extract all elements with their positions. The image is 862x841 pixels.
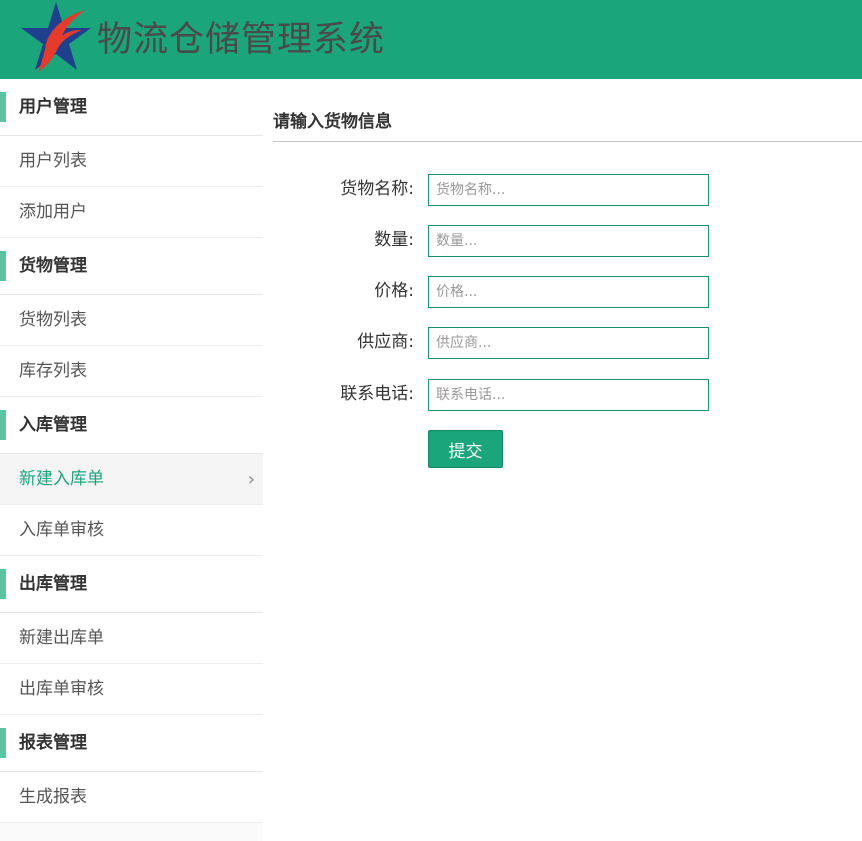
form-divider (273, 141, 862, 142)
sidebar-item-label: 新建入库单 (19, 469, 104, 489)
star-flame-logo-icon (21, 2, 91, 72)
app-header: 物流仓储管理系统 (0, 0, 862, 79)
sidebar-item-inbound-review[interactable]: 入库单审核 (0, 505, 263, 556)
form-row-supplier: 供应商: (273, 327, 862, 359)
phone-input[interactable] (428, 379, 709, 411)
supplier-input[interactable] (428, 327, 709, 359)
sidebar-item-goods-list[interactable]: 货物列表 (0, 295, 263, 346)
sidebar-group-report-management[interactable]: 报表管理 (0, 715, 263, 772)
form-row-goods-name: 货物名称: (273, 174, 862, 206)
form-row-phone: 联系电话: (273, 379, 862, 411)
form-title: 请输入货物信息 (273, 112, 392, 132)
price-input[interactable] (428, 276, 709, 308)
sidebar-item-add-user[interactable]: 添加用户 (0, 187, 263, 238)
sidebar-item-generate-report[interactable]: 生成报表 (0, 772, 263, 823)
phone-label: 联系电话: (340, 384, 414, 404)
submit-button[interactable]: 提交 (428, 430, 503, 468)
supplier-label: 供应商: (357, 332, 414, 352)
form-row-quantity: 数量: (273, 225, 862, 257)
quantity-input[interactable] (428, 225, 709, 257)
sidebar-group-goods-management[interactable]: 货物管理 (0, 238, 263, 295)
sidebar-item-user-list[interactable]: 用户列表 (0, 136, 263, 187)
price-label: 价格: (374, 281, 414, 301)
sidebar-item-new-inbound-order[interactable]: 新建入库单 › (0, 454, 263, 505)
sidebar-item-outbound-review[interactable]: 出库单审核 (0, 664, 263, 715)
goods-name-label: 货物名称: (340, 179, 414, 199)
sidebar-group-outbound-management[interactable]: 出库管理 (0, 556, 263, 613)
sidebar: 用户管理 用户列表 添加用户 货物管理 货物列表 库存列表 入库管理 新建入库单… (0, 79, 263, 841)
chevron-right-icon: › (247, 469, 255, 490)
sidebar-group-user-management[interactable]: 用户管理 (0, 79, 263, 136)
form-row-price: 价格: (273, 276, 862, 308)
goods-name-input[interactable] (428, 174, 709, 206)
app-title: 物流仓储管理系统 (97, 20, 386, 60)
sidebar-group-inbound-management[interactable]: 入库管理 (0, 397, 263, 454)
sidebar-item-inventory-list[interactable]: 库存列表 (0, 346, 263, 397)
quantity-label: 数量: (374, 230, 414, 250)
sidebar-item-new-outbound-order[interactable]: 新建出库单 (0, 613, 263, 664)
